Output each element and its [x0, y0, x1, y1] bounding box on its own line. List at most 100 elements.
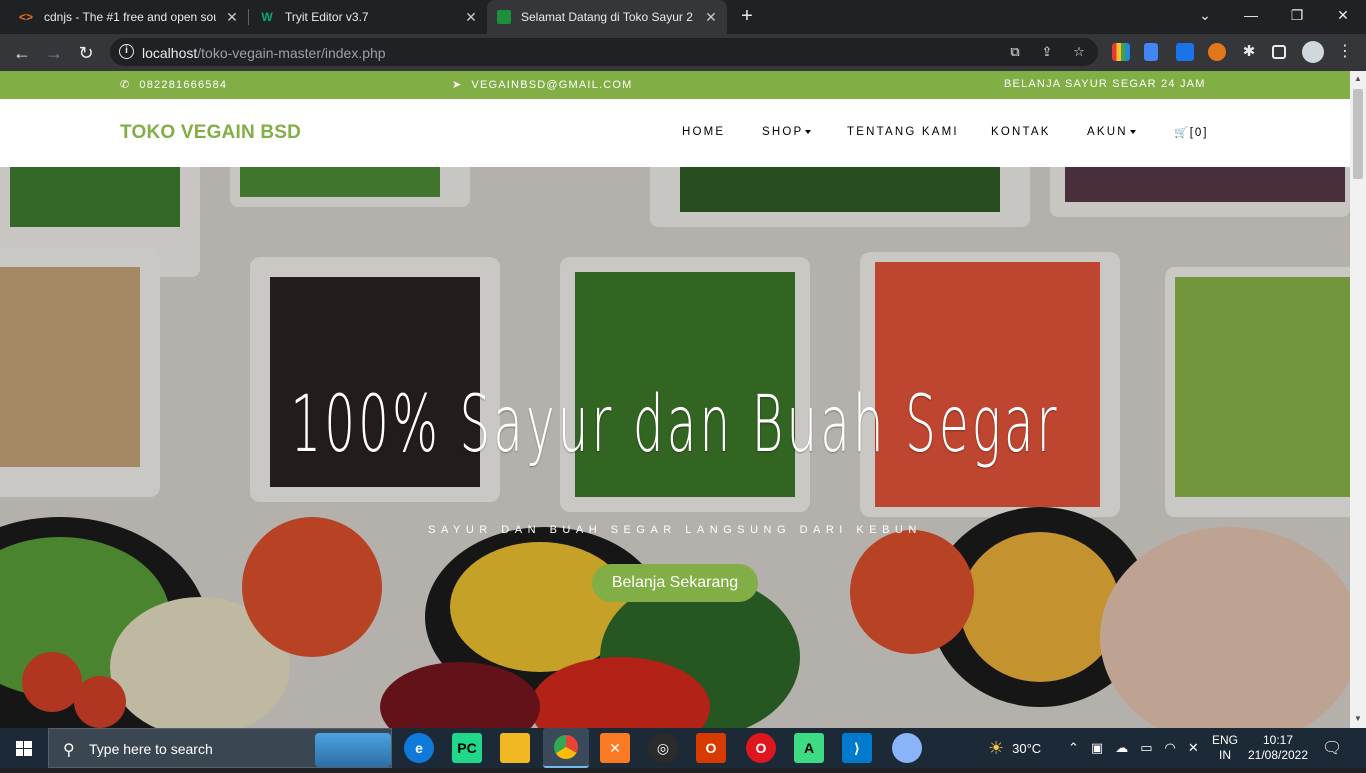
extensions-puzzle-icon[interactable]: ✱ — [1240, 43, 1258, 61]
color-picker-extension-icon[interactable] — [1112, 43, 1130, 61]
weather-partly-cloudy-icon: ☀ — [988, 737, 1005, 758]
restore-button[interactable]: ❐ — [1274, 0, 1320, 30]
close-window-button[interactable]: ✕ — [1320, 0, 1366, 30]
clock[interactable]: 10:17 21/08/2022 — [1246, 728, 1310, 768]
volume-muted-icon[interactable]: ✕ — [1188, 740, 1199, 756]
office-icon[interactable]: O — [696, 733, 726, 763]
side-panel-icon[interactable] — [1272, 45, 1286, 59]
taskbar-search-box[interactable]: ⚲ Type here to search — [48, 728, 392, 768]
pycharm-icon[interactable]: PC — [452, 733, 482, 763]
search-icon: ⚲ — [63, 742, 75, 759]
new-tab-button[interactable]: + — [735, 5, 759, 29]
phone-icon: ✆ — [120, 79, 131, 91]
scroll-up-arrow-icon[interactable]: ▲ — [1354, 75, 1362, 83]
minimize-button[interactable]: — — [1228, 0, 1274, 30]
file-explorer-icon[interactable] — [500, 733, 530, 763]
metamask-fox-icon[interactable] — [1208, 43, 1226, 61]
obs-studio-icon[interactable]: ◎ — [648, 733, 678, 763]
xampp-icon[interactable]: ✕ — [600, 733, 630, 763]
nav-account-label: AKUN — [1087, 126, 1128, 138]
opera-icon[interactable]: O — [746, 733, 776, 763]
meet-now-icon[interactable]: ▣ — [1091, 740, 1103, 756]
search-placeholder: Type here to search — [89, 741, 213, 757]
tab-search-button[interactable]: ⌄ — [1182, 0, 1228, 30]
menu-dots-icon[interactable]: ⋮ — [1336, 43, 1354, 61]
url-path: /toko-vegain-master/index.php — [197, 45, 386, 61]
start-button[interactable] — [0, 728, 48, 768]
url-host: localhost — [142, 45, 198, 61]
notification-center-icon[interactable]: 🗨 — [1322, 728, 1342, 768]
language-code: ENG — [1212, 733, 1239, 747]
system-tray-icons: ⌃ ▣ ☁ ▭ ◠ ✕ — [1068, 728, 1199, 768]
tab-tryit-editor[interactable]: W Tryit Editor v3.7 ✕ — [249, 0, 487, 34]
page-scrollbar[interactable]: ▲ ▼ — [1350, 71, 1366, 728]
email-info: ➤ VEGAINBSD@GMAIL.COM — [452, 78, 633, 92]
chrome-icon — [554, 735, 578, 759]
shop-hours-text: BELANJA SAYUR SEGAR 24 JAM — [1004, 78, 1206, 90]
nav-shop-dropdown[interactable]: SHOP — [762, 126, 812, 138]
windows-logo-icon — [16, 741, 32, 756]
tab-cdnjs[interactable]: <> cdnjs - The #1 free and open source C… — [8, 0, 248, 34]
paper-plane-icon: ➤ — [452, 79, 463, 91]
tab-title: Tryit Editor v3.7 — [285, 10, 369, 24]
close-icon[interactable]: ✕ — [703, 9, 719, 25]
android-studio-icon[interactable]: A — [794, 733, 824, 763]
wifi-icon[interactable]: ◠ — [1165, 740, 1176, 756]
email-address: VEGAINBSD@GMAIL.COM — [471, 78, 633, 91]
clock-date: 21/08/2022 — [1247, 748, 1309, 762]
scrollbar-thumb[interactable] — [1353, 89, 1363, 179]
caret-down-icon — [1129, 129, 1136, 134]
share-icon[interactable]: ⇪ — [1038, 44, 1056, 60]
site-brand-logo[interactable]: TOKO VEGAIN BSD — [120, 122, 301, 144]
tray-overflow-chevron-icon[interactable]: ⌃ — [1068, 740, 1079, 756]
language-indicator[interactable]: ENG IN — [1212, 728, 1238, 768]
translate-extension-icon[interactable] — [1176, 43, 1194, 61]
close-icon[interactable]: ✕ — [224, 9, 240, 25]
scroll-down-arrow-icon[interactable]: ▼ — [1354, 715, 1362, 723]
nav-account-dropdown[interactable]: AKUN — [1087, 126, 1136, 138]
chrome-beta-icon[interactable] — [892, 733, 922, 763]
region-code: IN — [1219, 748, 1231, 762]
search-highlight-illustration-icon — [315, 733, 391, 767]
browser-toolbar: ← → ↻ i localhost/toko-vegain-master/ind… — [0, 34, 1366, 71]
weather-widget[interactable]: ☀ 30°C — [988, 728, 1041, 768]
nav-about-link[interactable]: TENTANG KAMI — [847, 126, 959, 138]
back-button[interactable]: ← — [9, 40, 35, 66]
tab-title: cdnjs - The #1 free and open source CDN — [44, 10, 216, 24]
shopping-cart-icon: 🛒 — [1174, 127, 1190, 139]
forward-button[interactable]: → — [41, 40, 67, 66]
temperature-text: 30°C — [1012, 740, 1042, 756]
site-info-icon[interactable]: i — [119, 44, 134, 59]
onedrive-cloud-icon[interactable]: ☁ — [1115, 740, 1128, 756]
windows-taskbar: ⚲ Type here to search e PC ✕ ◎ O O A ⟩ ☀… — [0, 728, 1366, 768]
hero-banner: 100% Sayur dan Buah Segar SAYUR DAN BUAH… — [0, 167, 1350, 728]
url-text: localhost/toko-vegain-master/index.php — [142, 45, 386, 61]
nav-contact-link[interactable]: KONTAK — [991, 126, 1051, 138]
close-icon[interactable]: ✕ — [463, 9, 479, 25]
profile-avatar[interactable] — [1302, 41, 1324, 63]
clock-time: 10:17 — [1262, 733, 1294, 747]
tab-toko-sayur[interactable]: Selamat Datang di Toko Sayur 22 ✕ — [487, 0, 727, 34]
caret-down-icon — [805, 129, 812, 134]
nav-home-link[interactable]: HOME — [682, 126, 725, 138]
battery-icon[interactable]: ▭ — [1140, 740, 1152, 756]
hero-subtitle: SAYUR DAN BUAH SEGAR LANGSUNG DARI KEBUN — [428, 524, 922, 536]
bookmark-star-icon[interactable]: ☆ — [1070, 44, 1088, 60]
reload-button[interactable]: ↻ — [73, 40, 99, 66]
translate-icon[interactable]: ⧉ — [1006, 44, 1024, 60]
chrome-taskbar-icon[interactable] — [543, 728, 589, 768]
vscode-icon[interactable]: ⟩ — [842, 733, 872, 763]
contact-topbar: ✆ 082281666584 ➤ VEGAINBSD@GMAIL.COM BEL… — [0, 71, 1350, 99]
tagline-info: BELANJA SAYUR SEGAR 24 JAM — [1004, 78, 1206, 90]
address-bar[interactable]: i localhost/toko-vegain-master/index.php… — [110, 38, 1098, 66]
edge-browser-icon[interactable]: e — [404, 733, 434, 763]
code-brackets-icon: <> — [18, 10, 33, 24]
browser-tab-strip: <> cdnjs - The #1 free and open source C… — [0, 0, 1366, 34]
nav-shop-label: SHOP — [762, 126, 804, 138]
shop-now-button[interactable]: Belanja Sekarang — [592, 564, 758, 602]
site-navbar: TOKO VEGAIN BSD HOME SHOP TENTANG KAMI K… — [0, 99, 1350, 167]
docs-extension-icon[interactable] — [1144, 43, 1158, 61]
w3schools-icon: W — [261, 10, 273, 24]
nav-cart-link[interactable]: 🛒[0] — [1174, 126, 1209, 139]
phone-number: 082281666584 — [139, 78, 228, 91]
